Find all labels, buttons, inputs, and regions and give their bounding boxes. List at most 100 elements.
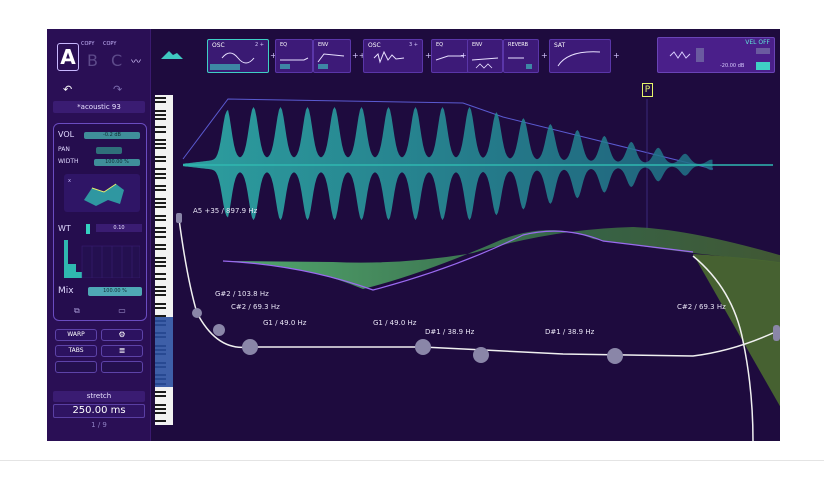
piano-black-key[interactable] xyxy=(155,206,166,209)
piano-black-key[interactable] xyxy=(155,227,166,230)
piano-black-key[interactable] xyxy=(155,244,166,246)
empty-slot-button[interactable] xyxy=(101,361,143,373)
wt-position-indicator[interactable] xyxy=(86,224,90,234)
piano-black-key[interactable] xyxy=(155,168,166,171)
tabs-button[interactable]: TABS xyxy=(55,345,97,357)
preset-slot-a[interactable]: A xyxy=(57,43,79,71)
note-label: G#2 / 103.8 Hz xyxy=(215,290,269,298)
piano-black-key[interactable] xyxy=(155,185,166,188)
copy-paste-row: ⧉ ▭ xyxy=(74,306,134,316)
piano-black-key[interactable] xyxy=(155,231,166,234)
piano-black-key[interactable] xyxy=(155,235,166,238)
wavetable-preview[interactable]: x xyxy=(64,174,140,212)
vol-label: VOL xyxy=(58,130,75,139)
copy-icon[interactable]: ⧉ xyxy=(74,306,80,315)
piano-black-key[interactable] xyxy=(155,290,166,293)
piano-black-key[interactable] xyxy=(155,172,166,175)
piano-black-key[interactable] xyxy=(155,118,166,120)
piano-black-key[interactable] xyxy=(155,101,166,104)
vol-slider[interactable]: -0.2 dB xyxy=(84,132,140,139)
piano-black-key[interactable] xyxy=(155,286,166,288)
piano-black-key[interactable] xyxy=(155,189,166,192)
copy-label[interactable]: COPY xyxy=(81,41,94,47)
piano-black-key[interactable] xyxy=(155,176,166,179)
piano-black-key[interactable] xyxy=(155,109,166,112)
note-label: G1 / 49.0 Hz xyxy=(373,319,417,327)
note-label: C#2 / 69.3 Hz xyxy=(677,303,726,311)
preset-slots: COPY COPY A B C 〰 xyxy=(53,39,145,79)
add-module-plus[interactable]: + xyxy=(541,51,548,60)
add-module-plus[interactable]: + xyxy=(460,51,467,60)
note-label: D#1 / 38.9 Hz xyxy=(545,328,595,336)
mix-slider[interactable]: 100.00 % xyxy=(88,287,142,296)
piano-black-key[interactable] xyxy=(155,403,166,406)
paste-icon[interactable]: ▭ xyxy=(118,306,126,315)
piano-black-key[interactable] xyxy=(155,256,166,259)
note-label: D#1 / 38.9 Hz xyxy=(425,328,475,336)
piano-black-key[interactable] xyxy=(155,197,166,200)
gear-button[interactable]: ⚙ xyxy=(101,329,143,341)
module-osc-2[interactable]: OSC 2 + xyxy=(207,39,269,73)
piano-black-key[interactable] xyxy=(155,260,166,263)
module-env-2[interactable]: ENV xyxy=(467,39,503,73)
piano-black-key[interactable] xyxy=(155,307,166,309)
pan-slider[interactable] xyxy=(96,147,122,154)
note-label: A5 +35 / 897.9 Hz xyxy=(193,207,258,215)
module-reverb[interactable]: REVERB xyxy=(503,39,539,73)
waveform-shape xyxy=(183,107,713,221)
piano-black-key[interactable] xyxy=(155,273,166,276)
redo-icon[interactable]: ↷ xyxy=(113,83,122,96)
piano-black-key[interactable] xyxy=(155,412,166,414)
piano-black-key[interactable] xyxy=(155,97,166,99)
piano-black-key[interactable] xyxy=(155,155,166,158)
note-label: C#2 / 69.3 Hz xyxy=(231,303,280,311)
warp-button[interactable]: WARP xyxy=(55,329,97,341)
envelope-icon xyxy=(317,53,345,69)
noise-wave-icon xyxy=(373,50,405,64)
module-osc-3[interactable]: OSC 3 + xyxy=(363,39,423,73)
piano-black-key[interactable] xyxy=(155,277,166,280)
piano-black-key[interactable] xyxy=(155,248,166,251)
page-indicator: 1 / 9 xyxy=(91,421,107,429)
piano-black-key[interactable] xyxy=(155,420,166,423)
piano-black-key[interactable] xyxy=(155,294,166,297)
piano-black-key[interactable] xyxy=(155,113,166,116)
piano-black-key[interactable] xyxy=(155,143,166,146)
mixer-icon[interactable]: ≣ xyxy=(101,345,143,357)
width-slider[interactable]: 100.00 % xyxy=(94,159,140,166)
main-editor-canvas[interactable] xyxy=(173,89,780,441)
empty-slot-button[interactable] xyxy=(55,361,97,373)
copy-label[interactable]: COPY xyxy=(103,41,116,47)
piano-black-key[interactable] xyxy=(155,395,166,398)
module-env-1[interactable]: ENV xyxy=(313,39,351,73)
preset-slot-c[interactable]: C xyxy=(111,51,122,70)
module-sat[interactable]: SAT xyxy=(549,39,611,73)
pan-label: PAN xyxy=(58,146,70,153)
cloud-icon[interactable] xyxy=(159,49,185,61)
piano-black-key[interactable] xyxy=(155,214,166,217)
piano-black-key[interactable] xyxy=(155,147,166,150)
piano-black-key[interactable] xyxy=(155,139,166,141)
piano-black-key[interactable] xyxy=(155,126,166,129)
piano-black-key[interactable] xyxy=(155,130,166,133)
preset-name[interactable]: *acoustic 93 xyxy=(53,101,145,113)
note-label: G1 / 49.0 Hz xyxy=(263,319,307,327)
piano-black-key[interactable] xyxy=(155,302,166,305)
wt-value[interactable]: 0.10 xyxy=(96,224,142,232)
left-panel: COPY COPY A B C 〰 ↶ ↷ *acoustic 93 VOL -… xyxy=(47,29,151,441)
add-module-plus[interactable]: + xyxy=(613,51,620,60)
waveform-edit-icon[interactable]: 〰 xyxy=(131,53,141,68)
piano-black-key[interactable] xyxy=(155,407,166,410)
stretch-value[interactable]: 250.00 ms xyxy=(53,404,145,418)
piano-black-key[interactable] xyxy=(155,202,166,204)
piano-black-key[interactable] xyxy=(155,160,166,162)
piano-black-key[interactable] xyxy=(155,265,166,267)
preset-slot-b[interactable]: B xyxy=(87,51,98,70)
pitch-range-strip[interactable] xyxy=(155,317,173,387)
piano-black-key[interactable] xyxy=(155,218,166,221)
piano-black-key[interactable] xyxy=(155,391,166,393)
module-eq-1[interactable]: EQ xyxy=(275,39,313,73)
wavetable-3d-graphic: x xyxy=(68,178,124,206)
undo-icon[interactable]: ↶ xyxy=(63,83,72,96)
sine-wave-icon xyxy=(210,52,255,70)
